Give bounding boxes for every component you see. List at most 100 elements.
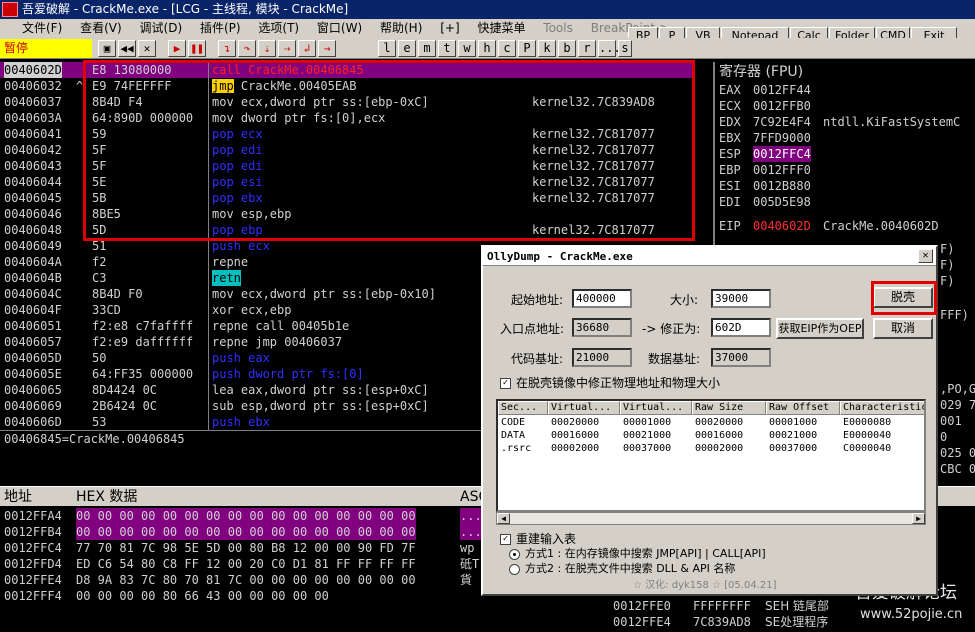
scroll-left-icon[interactable]: ◀: [497, 513, 510, 524]
stack-address: 0012FFE4: [613, 615, 671, 629]
register-eip[interactable]: EIP 0040602D CrackMe.0040602D: [719, 218, 939, 234]
disasm-address: 0040605D: [4, 351, 62, 365]
entry-point-field[interactable]: 36680: [572, 318, 632, 337]
stack-comment: SEH 链尾部: [765, 599, 830, 613]
scroll-right-icon[interactable]: ▶: [912, 513, 925, 524]
trace-over-icon[interactable]: ⇢: [278, 40, 296, 57]
register-esp[interactable]: ESP 0012FFC4: [719, 146, 811, 162]
register-partial-text: 025 0: [940, 446, 975, 460]
menu-tools[interactable]: Tools: [543, 21, 573, 35]
step-over-icon[interactable]: ↷: [238, 40, 256, 57]
disasm-address: 0040603A: [4, 111, 62, 125]
dump-address: 0012FFB4: [4, 525, 62, 539]
register-ebp[interactable]: EBP 0012FFF0: [719, 162, 811, 178]
go-to-icon[interactable]: →: [318, 40, 336, 57]
register-ecx[interactable]: ECX 0012FFB0: [719, 98, 811, 114]
toolbar-k-button[interactable]: k: [538, 40, 556, 57]
toolbar-l-button[interactable]: l: [378, 40, 396, 57]
register-esi[interactable]: ESI 0012B880: [719, 178, 811, 194]
disasm-hex: 8B4D F0: [92, 287, 143, 301]
menu-plugins[interactable]: 插件(P): [200, 21, 241, 35]
toolbar-e-button[interactable]: e: [398, 40, 416, 57]
close-icon[interactable]: ✕: [138, 40, 156, 57]
section-column-header[interactable]: Sec...: [498, 401, 548, 415]
open-icon[interactable]: ▣: [98, 40, 116, 57]
cancel-button[interactable]: 取消: [873, 318, 933, 339]
menu-help[interactable]: 帮助(H): [380, 21, 422, 35]
size-field[interactable]: 39000: [711, 289, 771, 308]
section-column-header[interactable]: Virtual...: [548, 401, 620, 415]
disasm-hex: C3: [92, 271, 107, 285]
register-name: EDX: [719, 115, 741, 129]
disasm-address: 00406048: [4, 223, 62, 237]
register-partial-text: F): [940, 242, 955, 256]
disasm-hex: 2B6424 0C: [92, 399, 158, 413]
register-partial-text: F): [940, 274, 955, 288]
toolbar-m-button[interactable]: m: [418, 40, 436, 57]
toolbar-r-button[interactable]: r: [578, 40, 596, 57]
method1-radio[interactable]: [509, 549, 520, 560]
menu-view[interactable]: 查看(V): [80, 21, 122, 35]
section-column-header[interactable]: Raw Size: [692, 401, 766, 415]
start-address-field[interactable]: 400000: [572, 289, 632, 308]
highlight-annotation-box: [83, 60, 695, 241]
toolbar-s-button[interactable]: s: [618, 40, 632, 57]
menu-options[interactable]: 选项(T): [258, 21, 299, 35]
register-edi[interactable]: EDI 005D5E98: [719, 194, 811, 210]
get-eip-as-oep-button[interactable]: 获取EIP作为OEP: [776, 318, 864, 339]
disasm-hex: f2:e8 c7faffff: [92, 319, 194, 333]
toolbar-p-button[interactable]: P: [518, 40, 536, 57]
pause-icon[interactable]: ❚❚: [188, 40, 206, 57]
sections-scrollbar[interactable]: ◀ ▶: [496, 512, 926, 525]
disasm-instruction: lea eax,dword ptr ss:[esp+0xC]: [212, 383, 429, 397]
menu-plus[interactable]: [+]: [440, 21, 459, 35]
code-base-field[interactable]: 21000: [572, 348, 632, 367]
toolbar-b-button[interactable]: b: [558, 40, 576, 57]
disasm-instruction: push eax: [212, 351, 270, 365]
dialog-close-icon[interactable]: ✕: [918, 249, 933, 263]
register-partial-text: ,PO,G: [940, 382, 975, 396]
toolbar-w-button[interactable]: w: [458, 40, 476, 57]
execute-till-return-icon[interactable]: ↲: [298, 40, 316, 57]
status-paused: 暂停: [0, 39, 92, 58]
section-column-header[interactable]: Raw Offset: [766, 401, 840, 415]
toolbar-c-button[interactable]: c: [498, 40, 516, 57]
step-into-icon[interactable]: ↴: [218, 40, 236, 57]
section-cell: 00001000: [769, 417, 818, 428]
dump-address: 0012FFF4: [4, 589, 62, 603]
register-partial-text: 001: [940, 414, 962, 428]
toolbar-h-button[interactable]: h: [478, 40, 496, 57]
section-column-header[interactable]: Virtual...: [620, 401, 692, 415]
method2-radio[interactable]: [509, 564, 520, 575]
disasm-address: 00406042: [4, 143, 62, 157]
register-ebx[interactable]: EBX 7FFD9000: [719, 130, 811, 146]
register-eax[interactable]: EAX 0012FF44: [719, 82, 811, 98]
menu-debug[interactable]: 调试(D): [140, 21, 183, 35]
stack-value: FFFFFFFF: [693, 599, 751, 613]
register-edx[interactable]: EDX 7C92E4F4 ntdll.KiFastSystemC: [719, 114, 960, 130]
section-cell: 00002000: [551, 443, 600, 454]
data-base-field[interactable]: 37000: [711, 348, 771, 367]
fix-raw-checkbox[interactable]: ✓: [500, 378, 511, 389]
dump-hex-bytes: 00 00 00 00 00 00 00 00 00 00 00 00 00 0…: [76, 524, 416, 540]
section-column-header[interactable]: Characteristic: [840, 401, 924, 415]
oep-field[interactable]: 602D: [711, 318, 771, 337]
disasm-address: 0040604F: [4, 303, 62, 317]
disasm-address: 0040605E: [4, 367, 62, 381]
menu-shortcut[interactable]: 快捷菜单: [477, 21, 525, 35]
menu-file[interactable]: 文件(F): [22, 21, 62, 35]
toolbar-t-button[interactable]: t: [438, 40, 456, 57]
dump-ascii: 貨: [460, 573, 473, 587]
trace-into-icon[interactable]: ⇣: [258, 40, 276, 57]
menu-window[interactable]: 窗口(W): [317, 21, 362, 35]
toolbar-dots-button[interactable]: ...: [598, 40, 621, 57]
disasm-address: 0040606D: [4, 415, 62, 429]
register-partial-text: 0: [940, 430, 948, 444]
disasm-address: 0040604C: [4, 287, 62, 301]
sections-table[interactable]: Sec... Virtual... Virtual... Raw Size Raw Of…: [496, 399, 926, 512]
rewind-icon[interactable]: ◀◀: [118, 40, 136, 57]
disasm-instruction: push ebx: [212, 415, 270, 429]
rebuild-import-checkbox[interactable]: ✓: [500, 534, 511, 545]
run-icon[interactable]: ▶: [168, 40, 186, 57]
disasm-hex: 64:FF35 000000: [92, 367, 194, 381]
